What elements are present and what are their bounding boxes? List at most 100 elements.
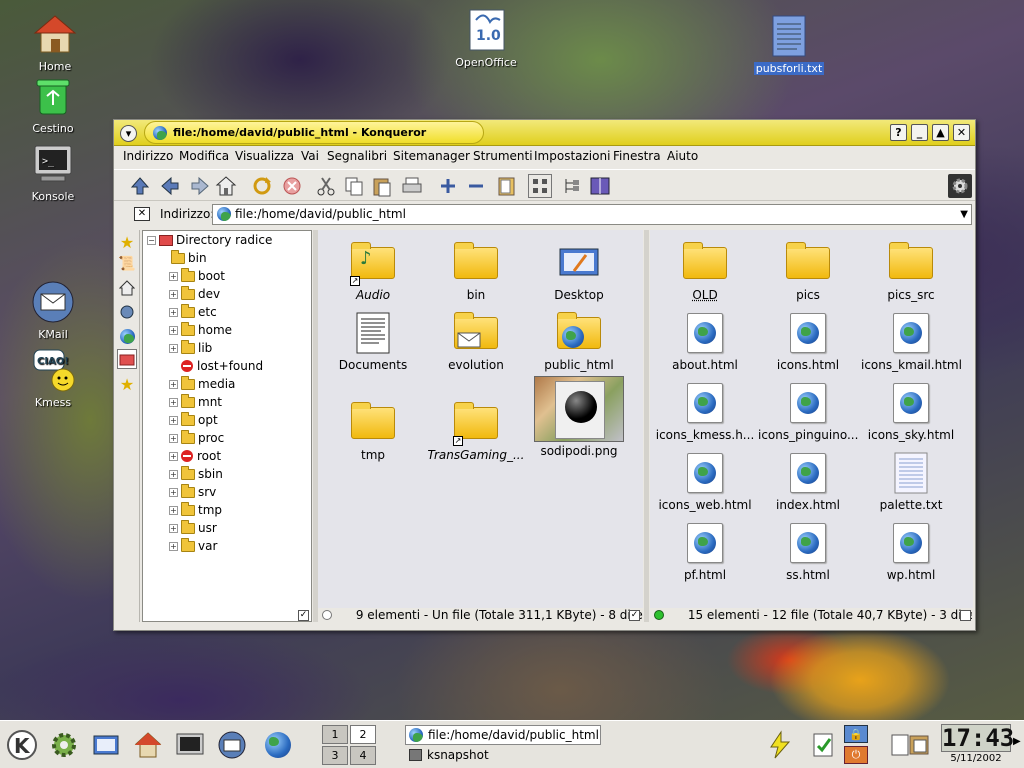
panel-hide-arrow-icon[interactable]: ▶ — [1013, 736, 1021, 747]
expand-icon[interactable]: + — [169, 433, 178, 443]
expand-icon[interactable]: + — [169, 487, 178, 497]
minimize-button[interactable]: _ — [911, 124, 928, 141]
file-item[interactable]: bin — [426, 240, 526, 302]
bookmark-icon[interactable] — [494, 174, 518, 198]
tree-item[interactable]: + boot — [169, 267, 225, 285]
expand-icon[interactable]: + — [169, 379, 178, 389]
logout-icon[interactable]: ⏻ — [844, 746, 868, 764]
menu-impostazioni[interactable]: Impostazioni — [534, 149, 610, 163]
file-item[interactable]: Documents — [323, 310, 423, 372]
desktop-icon[interactable] — [90, 729, 122, 761]
expand-icon[interactable]: + — [169, 271, 178, 281]
desktop-icon-home[interactable]: Home — [13, 12, 97, 73]
desktop-icon-kmail[interactable]: KMail — [11, 280, 95, 341]
menu-sitemanager[interactable]: Sitemanager — [393, 149, 470, 163]
tree-item[interactable]: + var — [169, 537, 217, 555]
home-icon[interactable] — [117, 278, 137, 298]
file-item[interactable]: icons_pinguino... — [758, 380, 858, 442]
file-item[interactable]: ss.html — [758, 520, 858, 582]
menu-modifica[interactable]: Modifica — [179, 149, 229, 163]
tree-item[interactable]: bin — [171, 249, 207, 267]
network-monitor-icon[interactable] — [764, 729, 796, 761]
pager-desktop-4[interactable]: 4 — [350, 746, 376, 765]
tree-view-icon[interactable] — [560, 174, 584, 198]
tree-item[interactable]: + home — [169, 321, 232, 339]
desktop-icon-konsole[interactable]: >_ Konsole — [11, 142, 95, 203]
menu-visualizza[interactable]: Visualizza — [235, 149, 294, 163]
file-item[interactable]: pf.html — [655, 520, 755, 582]
cut-icon[interactable] — [314, 174, 338, 198]
print-icon[interactable] — [400, 174, 424, 198]
gear-icon[interactable] — [48, 729, 80, 761]
file-item[interactable]: icons_web.html — [655, 450, 755, 512]
file-item[interactable]: palette.txt — [861, 450, 961, 512]
stop-icon[interactable] — [280, 174, 304, 198]
link-checkbox[interactable] — [960, 610, 971, 621]
expand-icon[interactable]: + — [169, 451, 178, 461]
tree-item[interactable]: + srv — [169, 483, 216, 501]
close-button[interactable]: ✕ — [953, 124, 970, 141]
expand-icon[interactable]: + — [169, 325, 178, 335]
file-item[interactable]: public_html — [529, 310, 629, 372]
desktop-icon-trash[interactable]: Cestino — [11, 74, 95, 135]
tree-item[interactable]: + tmp — [169, 501, 222, 519]
expand-icon[interactable]: + — [169, 415, 178, 425]
menu-aiuto[interactable]: Aiuto — [667, 149, 698, 163]
gear-icon[interactable] — [948, 174, 972, 198]
bookmarks-star-icon[interactable]: ★ — [117, 232, 137, 252]
file-item[interactable]: ♪ ↗ Audio — [323, 240, 423, 302]
favorites-star-icon[interactable]: ★ — [117, 374, 137, 394]
address-input[interactable]: file:/home/david/public_html ▼ — [212, 204, 972, 225]
task-ksnapshot[interactable]: ksnapshot — [405, 746, 601, 766]
expand-icon[interactable]: + — [169, 397, 178, 407]
klipper-icon[interactable] — [904, 729, 936, 761]
pager-desktop-1[interactable]: 1 — [322, 725, 348, 744]
root-folder-icon[interactable] — [117, 349, 137, 369]
menu-segnalibri[interactable]: Segnalibri — [327, 149, 387, 163]
copy-icon[interactable] — [342, 174, 366, 198]
back-icon[interactable] — [158, 174, 182, 198]
lock-screen-icon[interactable]: 🔒 — [844, 725, 868, 743]
clock-time[interactable]: 17:43 — [941, 724, 1014, 752]
icon-view-icon[interactable] — [528, 174, 552, 198]
expand-icon[interactable]: + — [169, 307, 178, 317]
chevron-down-icon[interactable]: ▼ — [960, 205, 968, 224]
mail-icon[interactable] — [216, 729, 248, 761]
konqueror-globe-icon[interactable] — [262, 729, 294, 761]
forward-icon[interactable] — [188, 174, 212, 198]
file-item[interactable]: icons_kmess.h... — [655, 380, 755, 442]
paste-icon[interactable] — [370, 174, 394, 198]
desktop-icon-pubsforli[interactable]: pubsforli.txt — [747, 14, 831, 75]
tree-item[interactable]: + root — [169, 447, 221, 465]
expand-icon[interactable]: + — [169, 523, 178, 533]
expand-icon[interactable]: + — [169, 469, 178, 479]
tree-item[interactable]: + mnt — [169, 393, 222, 411]
file-item[interactable]: ↗ TransGaming_... — [426, 400, 526, 462]
window-title-tab[interactable]: file:/home/david/public_html - Konqueror — [144, 121, 484, 144]
expand-icon[interactable]: + — [169, 505, 178, 515]
tree-item[interactable]: + usr — [169, 519, 217, 537]
menu-indirizzo[interactable]: Indirizzo — [123, 149, 173, 163]
help-button[interactable]: ? — [890, 124, 907, 141]
window-menu-button[interactable]: ▾ — [120, 125, 137, 142]
home-icon[interactable] — [214, 174, 238, 198]
file-item[interactable]: icons.html — [758, 310, 858, 372]
services-globe-icon[interactable] — [117, 326, 137, 346]
tree-item[interactable]: + etc — [169, 303, 217, 321]
splitter-handle[interactable] — [644, 230, 649, 622]
tree-item[interactable]: + sbin — [169, 465, 223, 483]
pager-desktop-3[interactable]: 3 — [322, 746, 348, 765]
zoom-in-icon[interactable] — [436, 174, 460, 198]
maximize-button[interactable]: ▲ — [932, 124, 949, 141]
file-item[interactable]: wp.html — [861, 520, 961, 582]
history-scroll-icon[interactable]: 📜 — [117, 254, 137, 274]
tree-item[interactable]: lost+found — [181, 357, 263, 375]
network-icon[interactable] — [117, 302, 137, 322]
tree-item[interactable]: + dev — [169, 285, 220, 303]
clipboard-icon[interactable] — [808, 729, 840, 761]
file-item[interactable]: pics_src — [861, 240, 961, 302]
file-item[interactable]: icons_sky.html — [861, 380, 961, 442]
up-icon[interactable] — [128, 174, 152, 198]
link-checkbox[interactable]: ✓ — [629, 610, 640, 621]
file-item[interactable]: OLD — [655, 240, 755, 302]
